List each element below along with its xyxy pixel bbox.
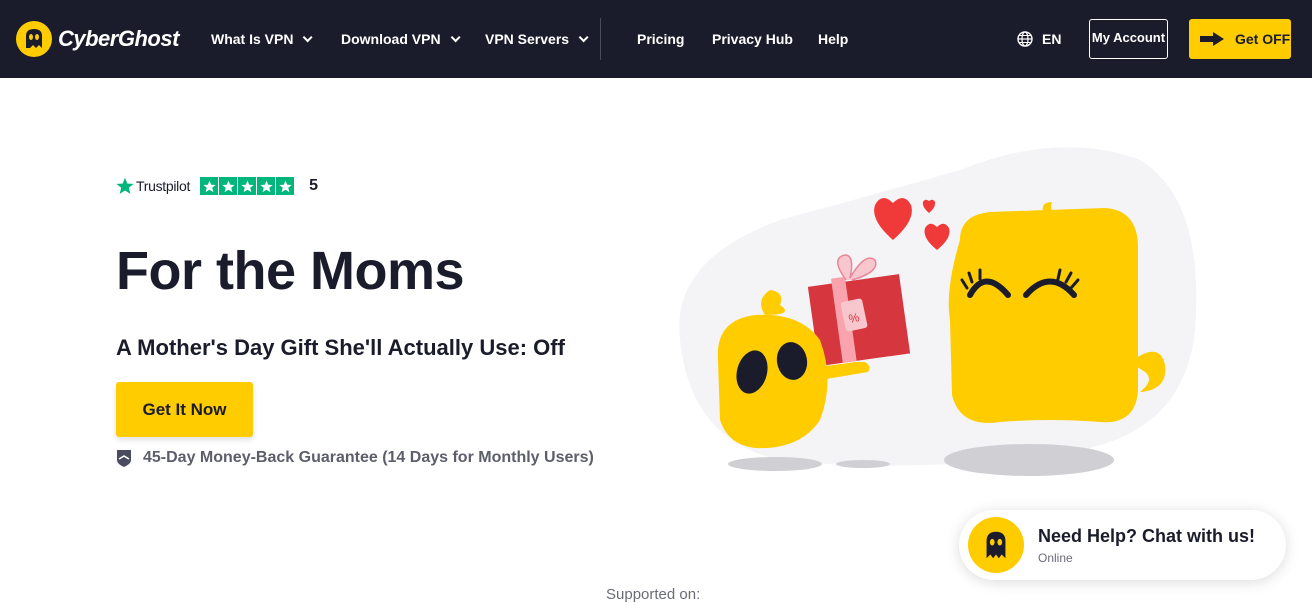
nav-vpn-servers[interactable]: VPN Servers xyxy=(485,31,589,47)
trustpilot-score: 5 xyxy=(309,177,318,194)
star-icon xyxy=(200,177,219,195)
chat-status: Online xyxy=(1038,550,1073,565)
chat-avatar xyxy=(968,517,1024,573)
get-off-label: Get OFF xyxy=(1235,31,1291,47)
chat-widget[interactable]: Need Help? Chat with us! Online xyxy=(959,510,1286,580)
money-back-guarantee: 45-Day Money-Back Guarantee (14 Days for… xyxy=(116,448,594,468)
ghost-logo-icon xyxy=(16,21,52,57)
cyberghost-logo[interactable]: CyberGhost xyxy=(16,21,179,57)
globe-icon xyxy=(1017,31,1033,47)
language-selector[interactable]: EN xyxy=(1017,31,1061,47)
star-icon xyxy=(238,177,257,195)
nav-download-vpn[interactable]: Download VPN xyxy=(341,31,461,47)
nav-label: Download VPN xyxy=(341,31,441,47)
shadow-small-2 xyxy=(836,460,890,468)
star-icon xyxy=(276,177,295,195)
nav-divider xyxy=(600,18,601,60)
nav-label: VPN Servers xyxy=(485,31,570,47)
hero-subtitle: A Mother's Day Gift She'll Actually Use:… xyxy=(116,335,565,360)
chat-title: Need Help? Chat with us! xyxy=(1038,525,1256,546)
supported-on-heading: Supported on: xyxy=(606,586,701,603)
trustpilot-stars xyxy=(200,177,295,195)
mom-ghost xyxy=(948,202,1166,423)
nav-what-is-vpn[interactable]: What Is VPN xyxy=(211,31,314,47)
chevron-down-icon xyxy=(578,31,589,42)
shield-icon xyxy=(117,450,131,467)
trustpilot-rating[interactable]: Trustpilot 5 xyxy=(116,177,318,195)
nav-help[interactable]: Help xyxy=(818,31,848,47)
shadow-small xyxy=(728,457,822,471)
chevron-down-icon xyxy=(450,31,461,42)
mothers-day-illustration: % xyxy=(679,147,1197,476)
my-account-button[interactable]: My Account xyxy=(1089,19,1168,59)
get-it-now-button[interactable]: Get It Now xyxy=(116,382,253,437)
arrow-right-icon xyxy=(1200,32,1224,46)
hero-title: For the Moms xyxy=(116,241,465,301)
nav-pricing[interactable]: Pricing xyxy=(637,31,684,47)
nav-label: Help xyxy=(818,31,849,47)
chevron-down-icon xyxy=(303,31,314,42)
nav-label: Pricing xyxy=(637,31,685,47)
shadow-big xyxy=(944,444,1114,476)
language-label: EN xyxy=(1042,31,1062,47)
star-icon xyxy=(219,177,238,195)
nav-label: Privacy Hub xyxy=(712,31,793,47)
trustpilot-name: Trustpilot xyxy=(136,178,191,194)
logo-text: CyberGhost xyxy=(58,26,179,51)
chat-text: Need Help? Chat with us! Online xyxy=(1038,526,1255,565)
ghost-icon xyxy=(986,531,1006,559)
guarantee-text: 45-Day Money-Back Guarantee (14 Days for… xyxy=(143,449,594,466)
get-off-button[interactable]: Get OFF xyxy=(1189,19,1291,59)
trustpilot-star-icon xyxy=(116,177,134,194)
top-navigation-bar: CyberGhost What Is VPN Download VPN VPN … xyxy=(0,0,1312,78)
nav-privacy-hub[interactable]: Privacy Hub xyxy=(712,31,793,47)
nav-label: What Is VPN xyxy=(211,31,294,47)
star-icon xyxy=(257,177,276,195)
